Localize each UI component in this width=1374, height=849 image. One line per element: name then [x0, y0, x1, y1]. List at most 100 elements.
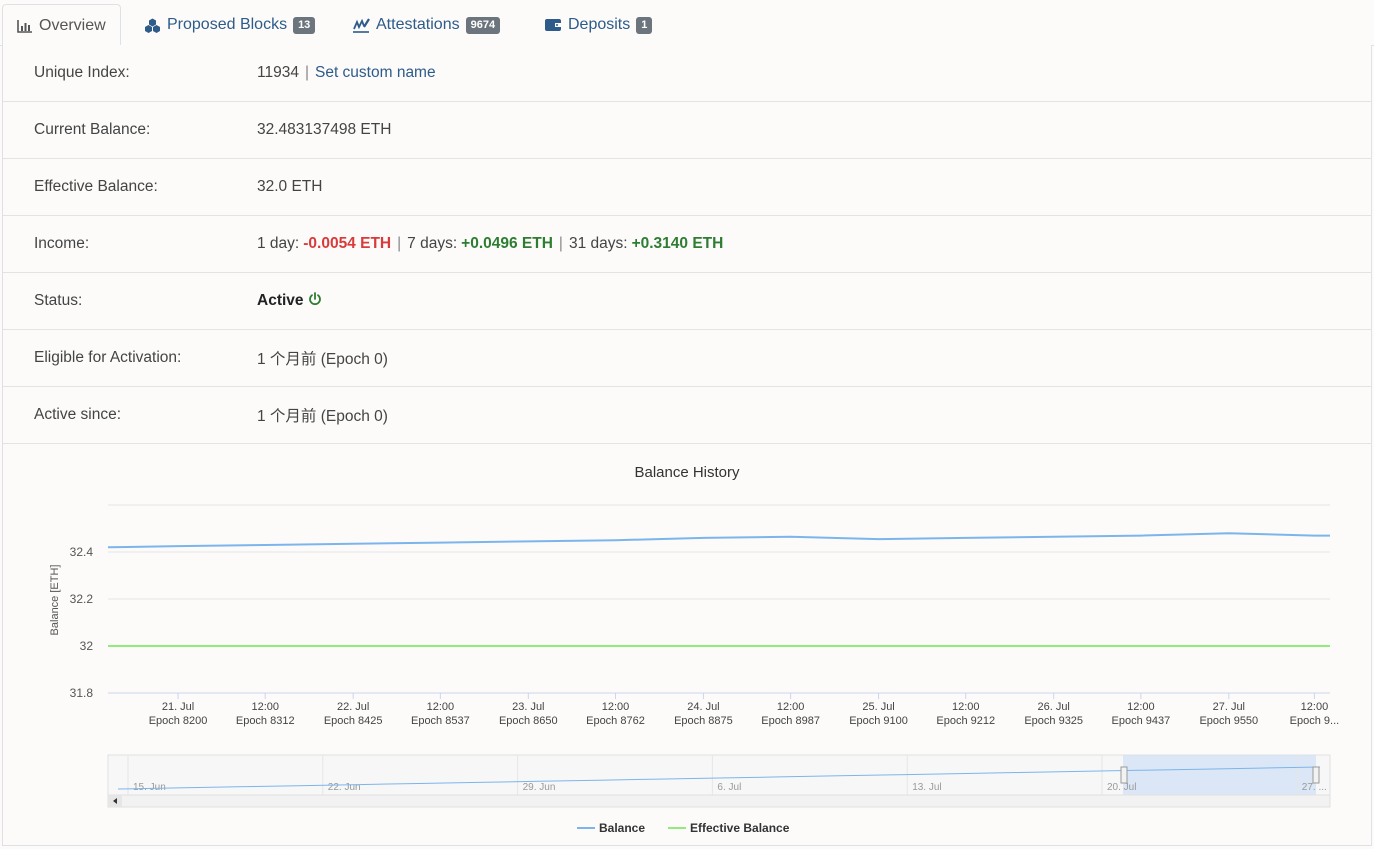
- tab-label: Proposed Blocks: [167, 16, 288, 33]
- x-tick-epoch: Epoch 9...: [1290, 715, 1340, 727]
- x-tick-epoch: Epoch 8425: [324, 715, 383, 727]
- x-tick-date: 24. Jul: [687, 701, 719, 713]
- navigator-label: 20. Jul: [1107, 782, 1136, 793]
- separator: |: [397, 235, 402, 252]
- current-balance-value: 32.483137498 ETH: [257, 121, 392, 138]
- x-tick-date: 27. Jul: [1213, 701, 1245, 713]
- current-balance-label: Current Balance:: [34, 121, 151, 138]
- navigator-label: 27. ...: [1302, 782, 1327, 793]
- separator: |: [558, 235, 563, 252]
- active-since-row: Active since: 1 个月前 (Epoch 0): [3, 387, 1371, 444]
- income-values: 1 day: -0.0054 ETH | 7 days: +0.0496 ETH…: [257, 235, 723, 253]
- tab-overview[interactable]: Overview: [2, 4, 121, 47]
- bar-chart-icon: [17, 19, 33, 33]
- x-tick-epoch: Epoch 8987: [761, 715, 820, 727]
- x-tick-date: 22. Jul: [337, 701, 369, 713]
- x-tick-epoch: Epoch 8650: [499, 715, 558, 727]
- unique-index-value-group: 11934 | Set custom name: [257, 64, 436, 82]
- deposits-badge: 1: [636, 16, 653, 34]
- x-tick-date: 21. Jul: [162, 701, 194, 713]
- series-lines: [107, 532, 1330, 647]
- x-tick-epoch: Epoch 8537: [411, 715, 470, 727]
- y-tick-label: 32: [80, 639, 94, 653]
- x-tick-date: 23. Jul: [512, 701, 544, 713]
- y-tick-label: 32.4: [70, 545, 94, 559]
- attestations-badge: 9674: [465, 16, 501, 34]
- validator-overview-panel: Unique Index: 11934 | Set custom name Cu…: [2, 45, 1372, 846]
- balance-history-chart: Balance History Balance [ETH] 32.4 32.2 32…: [3, 445, 1371, 845]
- y-axis-label: Balance [ETH]: [49, 565, 61, 636]
- navigator-label: 15. Jun: [133, 782, 166, 793]
- x-tick-date: 12:00: [427, 701, 455, 713]
- status-label: Status:: [34, 292, 83, 309]
- x-tick-epoch: Epoch 9100: [849, 715, 908, 727]
- current-balance-row: Current Balance: 32.483137498 ETH: [3, 102, 1371, 159]
- active-since-value: 1 个月前 (Epoch 0): [257, 408, 388, 425]
- cubes-icon: [144, 18, 161, 33]
- unique-index-row: Unique Index: 11934 | Set custom name: [3, 45, 1371, 102]
- unique-index-label: Unique Index:: [34, 64, 130, 81]
- navigator-scrollbar: [107, 794, 1331, 808]
- x-tick-date: 12:00: [602, 701, 630, 713]
- status-value: Active: [257, 292, 304, 309]
- eligible-activation-row: Eligible for Activation: 1 个月前 (Epoch 0): [3, 330, 1371, 387]
- income-31d-label: 31 days:: [568, 235, 628, 252]
- x-tick-epoch: Epoch 8312: [236, 715, 295, 727]
- income-row: Income: 1 day: -0.0054 ETH | 7 days: +0.…: [3, 216, 1371, 273]
- income-7d-value: +0.0496 ETH: [461, 235, 553, 252]
- tab-label: Overview: [39, 16, 106, 34]
- x-tick-epoch: Epoch 8762: [586, 715, 645, 727]
- tab-bar: Overview Proposed Blocks 13 Attestations…: [0, 0, 1374, 47]
- eligible-activation-value: 1 个月前 (Epoch 0): [257, 351, 388, 368]
- x-tick-epoch: Epoch 9550: [1199, 715, 1258, 727]
- navigator-selected-range: [1123, 755, 1316, 795]
- wallet-icon: [544, 18, 562, 32]
- navigator-label: 29. Jun: [523, 782, 556, 793]
- effective-balance-value: 32.0 ETH: [257, 178, 323, 195]
- navigator-label: 22. Jun: [328, 782, 361, 793]
- x-tick-date: 12:00: [251, 701, 279, 713]
- navigator-label: 13. Jul: [912, 782, 941, 793]
- chart-legend: Balance Effective Balance: [577, 821, 790, 835]
- income-1d-value: -0.0054 ETH: [303, 235, 392, 252]
- tab-label: Attestations: [376, 16, 460, 33]
- eligible-activation-label: Eligible for Activation:: [34, 349, 182, 366]
- x-tick-epoch: Epoch 9212: [936, 715, 995, 727]
- x-tick-date: 12:00: [777, 701, 805, 713]
- income-7d-label: 7 days:: [407, 235, 458, 252]
- navigator-handle-left: [1120, 766, 1128, 784]
- chart-title: Balance History: [634, 464, 740, 481]
- x-tick-date: 26. Jul: [1037, 701, 1069, 713]
- legend-effective-label: Effective Balance: [690, 821, 790, 835]
- grid-lines: [108, 504, 1330, 694]
- status-row: Status: Active: [3, 273, 1371, 330]
- effective-balance-row: Effective Balance: 32.0 ETH: [3, 159, 1371, 216]
- x-tick-date: 25. Jul: [862, 701, 894, 713]
- chart-navigator[interactable]: 15. Jun 22. Jun 29. Jun 6. Jul 13. Jul 20. Ju…: [107, 754, 1331, 808]
- x-tick-date: 12:00: [1127, 701, 1155, 713]
- power-icon: [308, 291, 322, 311]
- income-31d-value: +0.3140 ETH: [631, 235, 724, 252]
- chart-svg: Balance History Balance [ETH] 32.432.232…: [49, 464, 1340, 835]
- set-custom-name-link[interactable]: Set custom name: [315, 64, 436, 82]
- y-tick-label: 32.2: [70, 592, 94, 606]
- signature-icon: [352, 17, 370, 33]
- tab-attestations[interactable]: Attestations 9674: [338, 4, 514, 46]
- y-tick-label: 31.8: [70, 686, 94, 700]
- tab-proposed-blocks[interactable]: Proposed Blocks 13: [130, 4, 329, 46]
- x-tick-epoch: Epoch 9437: [1112, 715, 1171, 727]
- balance-line: [107, 532, 1330, 549]
- x-tick-date: 12:00: [1301, 701, 1329, 713]
- x-tick-epoch: Epoch 9325: [1024, 715, 1083, 727]
- unique-index-value: 11934: [257, 64, 299, 81]
- x-tick-epoch: Epoch 8875: [674, 715, 733, 727]
- y-axis-ticks: 32.4 32.2 32 31.8: [70, 545, 94, 700]
- tab-label: Deposits: [568, 16, 631, 33]
- active-since-label: Active since:: [34, 406, 122, 423]
- navigator-label: 6. Jul: [717, 782, 741, 793]
- legend-balance-label: Balance: [599, 821, 645, 835]
- x-tick-date: 12:00: [952, 701, 980, 713]
- tab-deposits[interactable]: Deposits 1: [530, 4, 666, 46]
- x-tick-epoch: Epoch 8200: [149, 715, 208, 727]
- effective-balance-label: Effective Balance:: [34, 178, 158, 195]
